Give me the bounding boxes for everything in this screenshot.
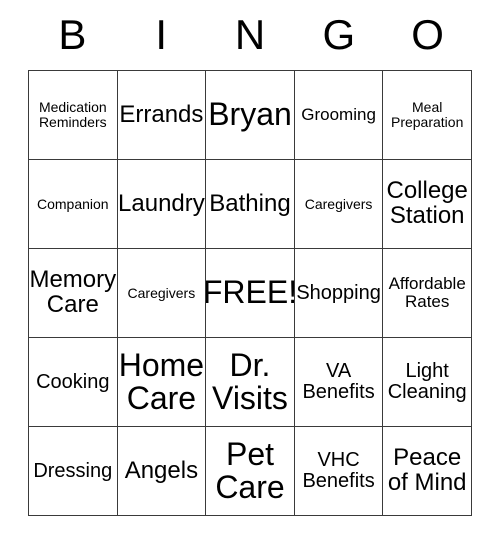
bingo-cell[interactable]: Caregivers	[117, 249, 207, 338]
bingo-cell-label: Dr. Visits	[212, 346, 288, 416]
bingo-header-row: B I N G O	[28, 0, 472, 70]
bingo-cell-label: Angels	[124, 456, 199, 484]
bingo-cell-label: Companion	[36, 195, 109, 212]
bingo-cell-label: FREE!	[206, 274, 295, 311]
bingo-cell-label: Cooking	[36, 370, 110, 393]
bingo-cell[interactable]: Grooming	[294, 71, 384, 160]
bingo-cell-label: Dressing	[33, 459, 113, 482]
bingo-cell[interactable]: Laundry	[117, 160, 207, 249]
bingo-cell[interactable]: Medication Reminders	[29, 71, 118, 160]
bingo-card: B I N G O Medication Reminders Errands Bry…	[28, 0, 472, 516]
bingo-cell-label: Medication Reminders	[38, 99, 107, 130]
bingo-cell[interactable]: Dr. Visits	[206, 338, 295, 427]
bingo-header-letter-i: I	[155, 11, 168, 58]
bingo-cell-label: Affordable Rates	[388, 274, 466, 311]
bingo-cell-label: Errands	[119, 100, 204, 128]
bingo-cell[interactable]: FREE!	[206, 249, 295, 338]
bingo-cell-label: Pet Care	[215, 435, 285, 505]
bingo-cell-label: VHC Benefits	[302, 449, 375, 492]
bingo-cell-label: Caregivers	[304, 195, 373, 212]
bingo-cell[interactable]: VHC Benefits	[294, 427, 384, 516]
bingo-cell-label: Meal Preparation	[390, 99, 464, 130]
bingo-cell-label: Home Care	[118, 346, 205, 416]
bingo-header-letter-n: N	[234, 11, 266, 58]
bingo-cell-label: Shopping	[296, 281, 381, 304]
bingo-cell[interactable]: College Station	[383, 160, 472, 249]
bingo-cell[interactable]: VA Benefits	[294, 338, 384, 427]
bingo-cell[interactable]: Cooking	[29, 338, 118, 427]
bingo-cell[interactable]: Meal Preparation	[383, 71, 472, 160]
bingo-cell[interactable]: Errands	[117, 71, 207, 160]
bingo-cell[interactable]: Dressing	[29, 427, 118, 516]
bingo-cell-label: Bryan	[208, 96, 292, 133]
bingo-cell-label: Light Cleaning	[387, 360, 467, 403]
bingo-cell[interactable]: Caregivers	[294, 160, 384, 249]
bingo-cell-label: Memory Care	[29, 266, 117, 318]
bingo-cell-label: Bathing	[209, 189, 291, 217]
bingo-cell[interactable]: Affordable Rates	[383, 249, 472, 338]
bingo-cell-label: Laundry	[118, 189, 205, 217]
bingo-cell[interactable]: Light Cleaning	[383, 338, 472, 427]
bingo-cell-label: College Station	[386, 177, 468, 229]
bingo-cell[interactable]: Shopping	[294, 249, 384, 338]
bingo-header-letter-b: B	[58, 11, 87, 58]
bingo-cell[interactable]: Pet Care	[206, 427, 295, 516]
bingo-grid: Medication Reminders Errands Bryan Grooming…	[28, 70, 472, 516]
bingo-header-letter-g: G	[322, 11, 356, 58]
bingo-cell-label: VA Benefits	[302, 360, 375, 403]
bingo-cell[interactable]: Bathing	[206, 160, 295, 249]
bingo-cell[interactable]: Peace of Mind	[383, 427, 472, 516]
bingo-cell[interactable]: Memory Care	[29, 249, 118, 338]
bingo-cell[interactable]: Angels	[117, 427, 207, 516]
bingo-cell-label: Peace of Mind	[387, 444, 467, 496]
bingo-cell-label: Caregivers	[127, 284, 196, 301]
bingo-cell[interactable]: Bryan	[206, 71, 295, 160]
bingo-cell-label: Grooming	[301, 105, 376, 125]
bingo-header-letter-o: O	[411, 11, 444, 58]
bingo-cell[interactable]: Companion	[29, 160, 118, 249]
bingo-cell[interactable]: Home Care	[117, 338, 207, 427]
